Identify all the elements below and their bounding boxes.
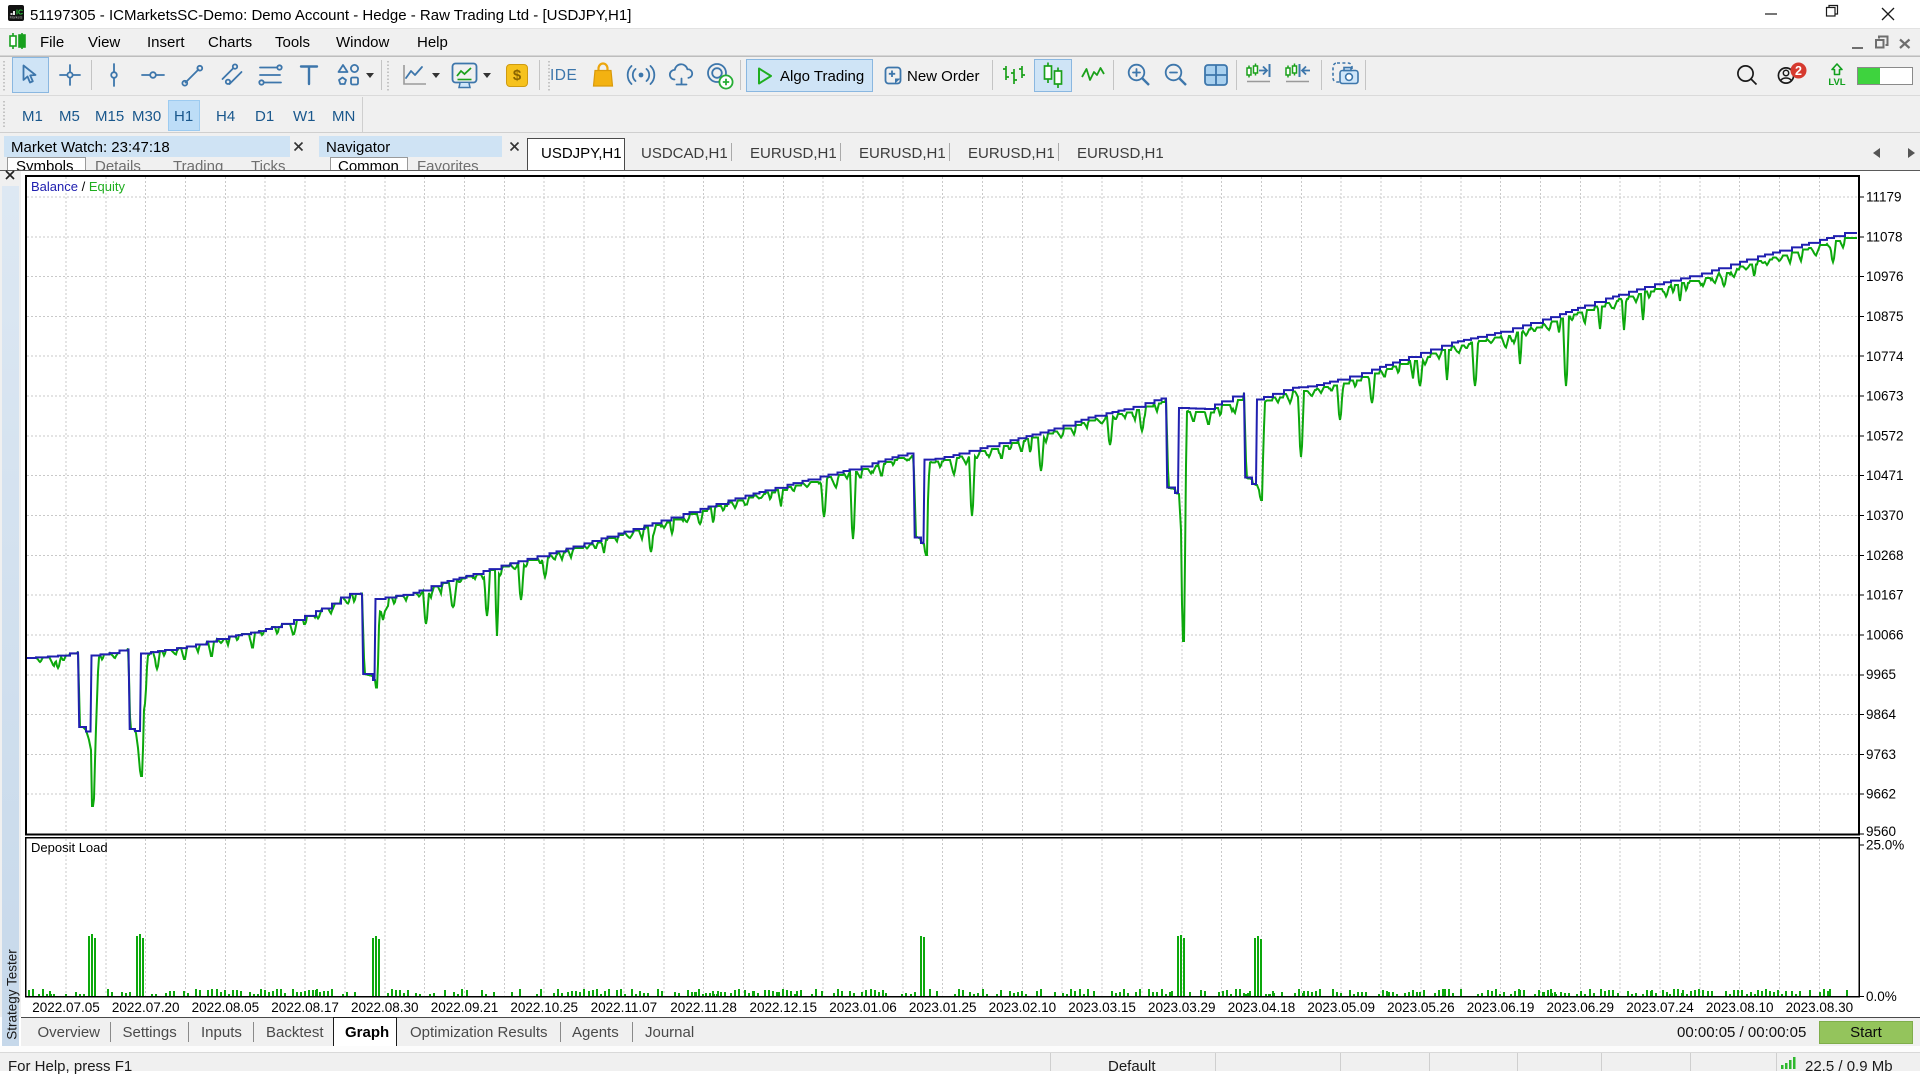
svg-text:2023.05.26: 2023.05.26 [1387, 1000, 1455, 1015]
svg-text:2023.04.18: 2023.04.18 [1228, 1000, 1296, 1015]
svg-text:10976: 10976 [1866, 269, 1904, 284]
svg-text:2022.07.20: 2022.07.20 [112, 1000, 180, 1015]
svg-text:10268: 10268 [1866, 548, 1904, 563]
svg-text:10572: 10572 [1866, 428, 1904, 443]
svg-text:Deposit Load: Deposit Load [31, 840, 108, 855]
svg-text:2023.06.29: 2023.06.29 [1547, 1000, 1615, 1015]
svg-text:2022.10.25: 2022.10.25 [510, 1000, 578, 1015]
svg-text:10774: 10774 [1866, 349, 1904, 364]
svg-text:25.0%: 25.0% [1866, 838, 1904, 853]
svg-text:10167: 10167 [1866, 588, 1904, 603]
svg-text:2023.01.25: 2023.01.25 [909, 1000, 977, 1015]
svg-text:2022.11.07: 2022.11.07 [591, 1000, 658, 1015]
svg-text:2022.12.15: 2022.12.15 [750, 1000, 818, 1015]
svg-text:2023.01.06: 2023.01.06 [829, 1000, 897, 1015]
svg-text:11078: 11078 [1866, 229, 1903, 244]
svg-text:11179: 11179 [1866, 190, 1902, 205]
svg-text:10673: 10673 [1866, 389, 1904, 404]
svg-text:2023.05.09: 2023.05.09 [1307, 1000, 1375, 1015]
svg-text:9864: 9864 [1866, 707, 1897, 722]
svg-text:2023.03.29: 2023.03.29 [1148, 1000, 1216, 1015]
svg-text:9763: 9763 [1866, 747, 1896, 762]
svg-text:10066: 10066 [1866, 627, 1904, 642]
svg-text:10370: 10370 [1866, 508, 1904, 523]
svg-text:2023.06.19: 2023.06.19 [1467, 1000, 1535, 1015]
svg-text:2022.07.05: 2022.07.05 [32, 1000, 100, 1015]
svg-text:2023.03.15: 2023.03.15 [1068, 1000, 1136, 1015]
svg-text:9965: 9965 [1866, 667, 1896, 682]
svg-text:2023.08.10: 2023.08.10 [1706, 1000, 1774, 1015]
svg-text:2022.11.28: 2022.11.28 [670, 1000, 737, 1015]
svg-text:2023.02.10: 2023.02.10 [989, 1000, 1057, 1015]
svg-text:10471: 10471 [1866, 468, 1904, 483]
svg-text:2022.08.05: 2022.08.05 [192, 1000, 260, 1015]
svg-text:2022.08.17: 2022.08.17 [271, 1000, 339, 1015]
svg-text:2022.08.30: 2022.08.30 [351, 1000, 419, 1015]
svg-text:0.0%: 0.0% [1866, 989, 1897, 1004]
svg-text:9662: 9662 [1866, 787, 1896, 802]
svg-text:2023.07.24: 2023.07.24 [1626, 1000, 1694, 1015]
svg-text:2023.08.30: 2023.08.30 [1786, 1000, 1854, 1015]
svg-text:2022.09.21: 2022.09.21 [431, 1000, 499, 1015]
svg-text:10875: 10875 [1866, 309, 1904, 324]
svg-text:Balance / Equity: Balance / Equity [31, 179, 125, 194]
